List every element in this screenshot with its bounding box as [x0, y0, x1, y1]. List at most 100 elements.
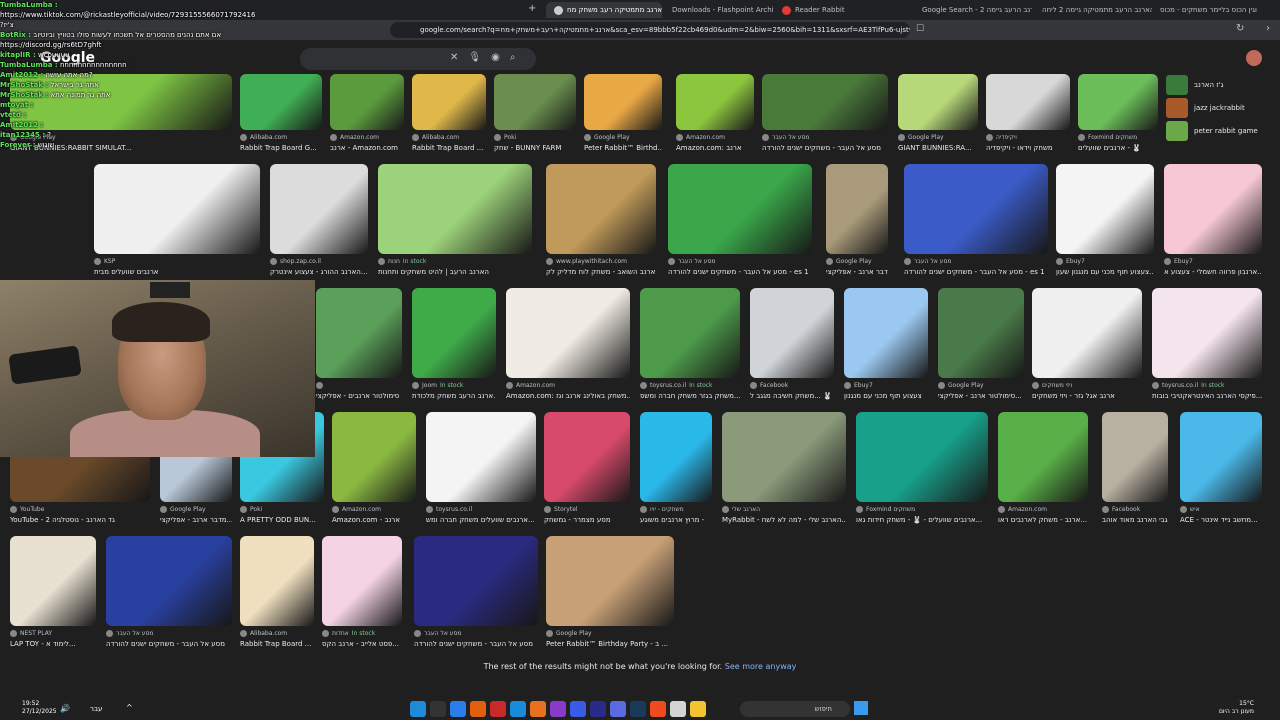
result-title[interactable]: Rabbit Trap Board ... [240, 640, 314, 648]
input-language[interactable]: עבר [90, 705, 102, 713]
result-title[interactable]: ארנב - Amazon.com [330, 144, 404, 152]
result-thumbnail[interactable] [640, 412, 712, 502]
result-thumbnail[interactable] [668, 164, 812, 254]
result-title[interactable]: Peter Rabbit™ Birthd... [584, 144, 662, 152]
image-result[interactable]: Google Play GIANT BUNNIES:RABBIT SIMULAT.… [10, 74, 232, 156]
related-item[interactable]: ג'ז הארנב [1166, 74, 1280, 96]
new-tab-icon[interactable]: + [528, 3, 536, 14]
related-item[interactable]: jazz jackrabbit [1166, 97, 1280, 119]
related-item[interactable]: peter rabbit game [1166, 120, 1280, 142]
image-result[interactable]: מסע אל העבר מסע אל העבר - משחקים ישנים לה… [668, 164, 812, 280]
result-title[interactable]: צעצוע תוף מכני עם מנגנון שעון... [1056, 268, 1154, 276]
image-result[interactable]: ויזי משחקים ארנב אגל גזר - ויזי משחקים [1032, 288, 1142, 404]
result-title[interactable]: Amazon.com: ארנב [676, 144, 754, 152]
result-thumbnail[interactable] [1152, 288, 1262, 378]
result-thumbnail[interactable] [1032, 288, 1142, 378]
result-title[interactable]: ארנב הרעב משחק מלכודת... [412, 392, 496, 400]
search-icon[interactable]: ⌕ [510, 52, 516, 63]
result-thumbnail[interactable] [546, 164, 656, 254]
weather-widget[interactable]: 15°C מעונן רב היום [1219, 700, 1254, 716]
result-thumbnail[interactable] [414, 536, 538, 626]
image-result[interactable]: סימולטור ארנבים - אפליקצי [316, 288, 402, 404]
result-thumbnail[interactable] [240, 536, 314, 626]
result-thumbnail[interactable] [546, 536, 674, 626]
result-title[interactable]: ACE - מחשב נייד אינטר... [1180, 516, 1262, 524]
result-title[interactable]: ארנבים שוועלים מבית [94, 268, 260, 276]
google-logo[interactable]: Google [40, 50, 95, 66]
result-thumbnail[interactable] [94, 164, 260, 254]
tab-active[interactable]: ארנב מתמטיקה רעב משחק מח [546, 2, 662, 18]
forward-icon[interactable]: › [1266, 23, 1270, 34]
reload-icon[interactable]: ↻ [1236, 23, 1244, 34]
result-title[interactable]: שחק - BUNNY FARM [494, 144, 576, 152]
result-thumbnail[interactable] [1078, 74, 1158, 130]
result-title[interactable]: גבי הארנב מאוד אוהב... [1102, 516, 1168, 524]
image-result[interactable]: Google Play Peter Rabbit™ Birthd... [584, 74, 662, 156]
image-result[interactable]: Alibaba.com Rabbit Trap Board ... [412, 74, 486, 156]
result-title[interactable]: ארנב - משחק לארנבים ראו... [998, 516, 1088, 524]
result-title[interactable]: Amazon.com - ארנב [332, 516, 416, 524]
image-result[interactable]: www.playwithitach.com הארנב השואב - משחק … [546, 164, 656, 280]
folder-icon[interactable] [690, 701, 706, 717]
tab-flashpoint[interactable]: Downloads - Flashpoint Archive [664, 2, 774, 18]
image-result[interactable]: Foxmind משחקים ארנבים שוועלים - 🐰 [1078, 74, 1158, 156]
url-field[interactable]: google.com/search?q=ארנב+מתמטיקה+רעב+משח… [390, 22, 910, 38]
image-result[interactable]: NEST PLAY LAP TOY - לימוד א... [10, 536, 96, 652]
image-result[interactable]: Amazon.com ארנב - משחק לארנבים ראו... [998, 412, 1088, 528]
result-title[interactable]: מרוץ ארנבים משוגע - [640, 516, 712, 524]
image-result[interactable]: Amazon.com Amazon.com: ארנב [676, 74, 754, 156]
result-thumbnail[interactable] [938, 288, 1024, 378]
windows-start-icon[interactable] [854, 701, 868, 715]
result-thumbnail[interactable] [1180, 412, 1262, 502]
image-result[interactable]: Alibaba.com Rabbit Trap Board G... [240, 74, 322, 156]
image-result[interactable]: Amazon.com ארנב - Amazon.com [330, 74, 404, 156]
image-result[interactable]: Alibaba.com Rabbit Trap Board ... [240, 536, 314, 652]
image-result[interactable]: משחקים - יויו מרוץ ארנבים משוגע - [640, 412, 712, 528]
result-title[interactable]: מסע אל העבר - משחקים ישנים להורדה [762, 144, 888, 152]
result-thumbnail[interactable] [544, 412, 630, 502]
result-thumbnail[interactable] [904, 164, 1048, 254]
result-title[interactable]: פסט אלייב - ארנב הקס... [322, 640, 402, 648]
app-icon[interactable] [510, 701, 526, 717]
result-title[interactable]: ארנב אגל גזר - ויזי משחקים [1032, 392, 1142, 400]
result-thumbnail[interactable] [640, 288, 740, 378]
result-thumbnail[interactable] [998, 412, 1088, 502]
image-result[interactable]: איש ACE - מחשב נייד אינטר... [1180, 412, 1262, 528]
app-icon[interactable] [450, 701, 466, 717]
result-title[interactable]: Peter Rabbit™ Birthday Party - ב ... [546, 640, 674, 648]
app-icon[interactable] [610, 701, 626, 717]
steam-icon[interactable] [630, 701, 646, 717]
app-icon[interactable] [470, 701, 486, 717]
image-result[interactable]: Foxmind משחקים ארנבים שוועלים - 🐰 - משחק … [856, 412, 988, 528]
image-result[interactable]: toysrus.co.il In stock פיקסי הארנב האינטרא… [1152, 288, 1262, 404]
tab-reader-rabbit[interactable]: Reader Rabbit [774, 2, 884, 18]
result-title[interactable]: ארנבים שוועלים - 🐰 [1078, 144, 1158, 152]
result-title[interactable]: הארנב השואב - משחק לוח מדליק לק... [546, 268, 656, 276]
avatar[interactable] [1246, 50, 1262, 66]
image-result[interactable]: Poki שחק - BUNNY FARM [494, 74, 576, 156]
mic-icon[interactable]: 🎙 [468, 52, 481, 63]
result-title[interactable]: Rabbit Trap Board ... [412, 144, 486, 152]
result-title[interactable]: מסע אל העבר - משחקים ישנים להורדה [106, 640, 232, 648]
app-icon[interactable] [590, 701, 606, 717]
result-thumbnail[interactable] [762, 74, 888, 130]
image-result[interactable]: Storytel מסע מצמרר - גמשחק [544, 412, 630, 528]
tab-google-search[interactable]: Google Search - הארנב הרעב גיימה 2 [914, 2, 1032, 18]
image-result[interactable]: Amazon.com Amazon.com: משחק באולינג ארנב … [506, 288, 630, 404]
result-title[interactable]: ארנבים שוועלים משחק חברה ומש... [426, 516, 536, 524]
image-result[interactable]: KSP ארנבים שוועלים מבית [94, 164, 260, 280]
result-title[interactable]: מסע אל העבר - משחקים ישנים להורדה - es 1 [668, 268, 812, 276]
bookmark-icon[interactable]: ☐ [916, 24, 924, 34]
result-thumbnail[interactable] [412, 74, 486, 130]
image-result[interactable]: Google Play GIANT BUNNIES:RA... [898, 74, 978, 156]
edge-icon[interactable] [410, 701, 426, 717]
result-title[interactable]: GIANT BUNNIES:RABBIT SIMULAT... [10, 144, 232, 152]
result-title[interactable]: ארנבים שוועלים - 🐰 - משחק חידות גאו... [856, 516, 988, 524]
result-thumbnail[interactable] [506, 288, 630, 378]
lens-icon[interactable]: ◉ [491, 52, 500, 63]
result-title[interactable]: משחק וידאו - ויקיפדיה [986, 144, 1070, 152]
result-title[interactable]: Amazon.com: משחק באולינג ארנב וגז... [506, 392, 630, 400]
image-result[interactable]: חנות In stock הארנב הרעב | להיט משחקים ותח… [378, 164, 532, 280]
result-thumbnail[interactable] [826, 164, 888, 254]
result-thumbnail[interactable] [426, 412, 536, 502]
